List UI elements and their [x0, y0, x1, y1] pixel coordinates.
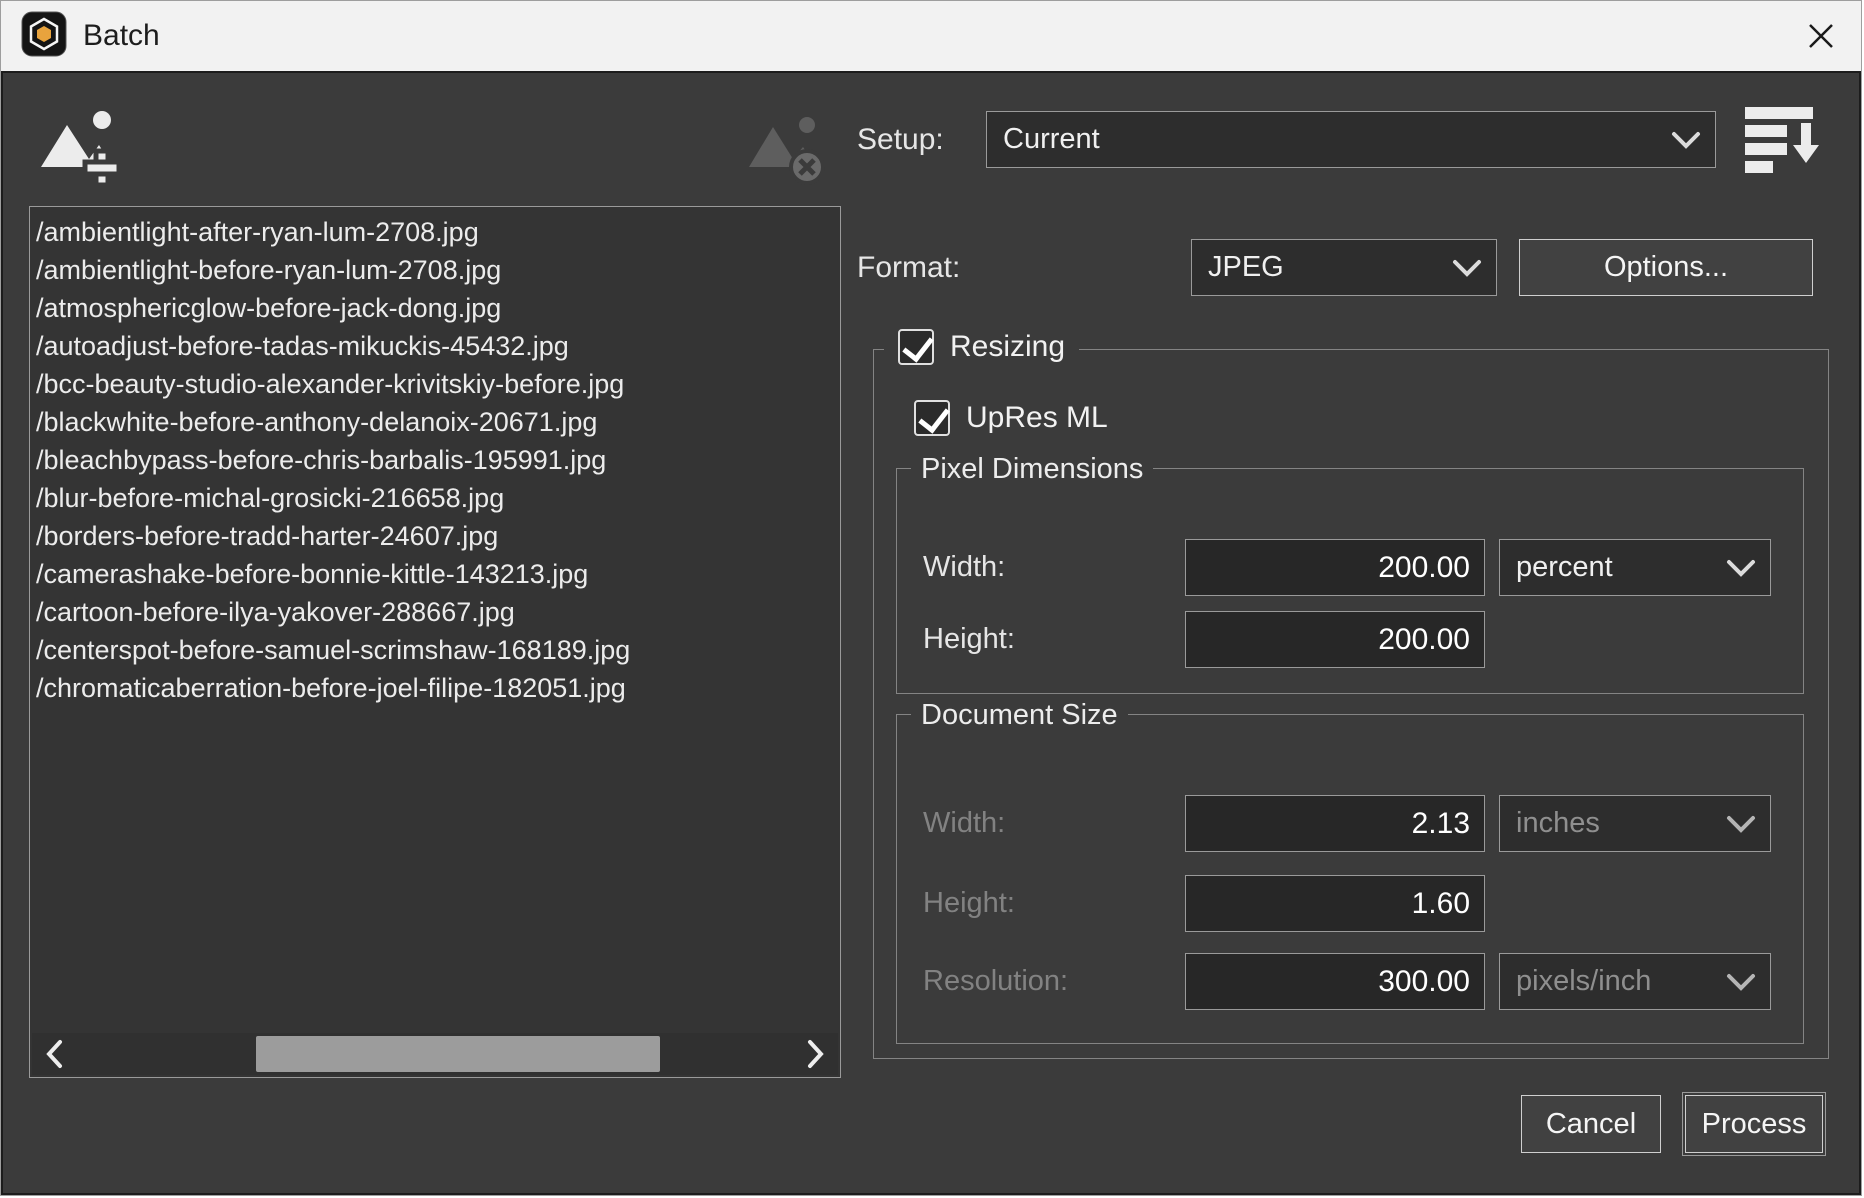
- chevron-right-icon: [807, 1039, 825, 1069]
- add-photos-button[interactable]: [39, 107, 123, 192]
- list-item[interactable]: /cartoon-before-ilya-yakover-288667.jpg: [36, 593, 836, 631]
- ds-resolution-unit-value: pixels/inch: [1516, 965, 1651, 998]
- ds-width-unit-value: inches: [1516, 807, 1600, 840]
- scrollbar-thumb[interactable]: [256, 1036, 660, 1072]
- pd-width-input[interactable]: [1185, 539, 1485, 596]
- close-icon: [1806, 21, 1836, 51]
- upres-ml-checkbox[interactable]: [914, 400, 950, 436]
- ds-resolution-unit-dropdown[interactable]: pixels/inch: [1499, 953, 1771, 1010]
- pd-width-label: Width:: [923, 539, 1005, 596]
- list-item[interactable]: /centerspot-before-samuel-scrimshaw-1681…: [36, 631, 836, 669]
- chevron-down-icon: [1726, 815, 1756, 833]
- list-item[interactable]: /ambientlight-before-ryan-lum-2708.jpg: [36, 251, 836, 289]
- apply-settings-button[interactable]: [1743, 103, 1819, 180]
- chevron-down-icon: [1726, 559, 1756, 577]
- batch-dialog: Batch: [0, 0, 1862, 1196]
- close-button[interactable]: [1803, 18, 1839, 54]
- process-button[interactable]: Process: [1685, 1095, 1823, 1153]
- format-value: JPEG: [1208, 251, 1284, 284]
- setup-dropdown[interactable]: Current: [986, 111, 1716, 168]
- list-item[interactable]: /camerashake-before-bonnie-kittle-143213…: [36, 555, 836, 593]
- list-item[interactable]: /autoadjust-before-tadas-mikuckis-45432.…: [36, 327, 836, 365]
- ds-resolution-label: Resolution:: [923, 953, 1068, 1010]
- pd-width-unit-value: percent: [1516, 551, 1613, 584]
- list-item[interactable]: /borders-before-tradd-harter-24607.jpg: [36, 517, 836, 555]
- app-icon: [21, 11, 67, 62]
- ds-height-label: Height:: [923, 875, 1015, 932]
- list-item[interactable]: /ambientlight-after-ryan-lum-2708.jpg: [36, 213, 836, 251]
- pd-height-label: Height:: [923, 611, 1015, 668]
- document-size-title: Document Size: [911, 697, 1128, 733]
- pd-height-input[interactable]: [1185, 611, 1485, 668]
- format-dropdown[interactable]: JPEG: [1191, 239, 1497, 296]
- pixel-dimensions-group: Pixel Dimensions Width: percent Height:: [896, 468, 1804, 694]
- ds-width-input[interactable]: [1185, 795, 1485, 852]
- upres-row: UpRes ML: [914, 400, 1108, 436]
- document-size-group: Document Size Width: inches Height: Reso…: [896, 714, 1804, 1044]
- resizing-legend: Resizing: [884, 329, 1079, 365]
- resizing-checkbox[interactable]: [898, 329, 934, 365]
- file-list[interactable]: /ambientlight-after-ryan-lum-2708.jpg/am…: [29, 206, 841, 1078]
- upres-ml-label: UpRes ML: [966, 401, 1108, 435]
- chevron-down-icon: [1452, 259, 1482, 277]
- cancel-button[interactable]: Cancel: [1521, 1095, 1661, 1153]
- format-label: Format:: [857, 239, 960, 296]
- remove-photos-button[interactable]: [749, 113, 827, 192]
- scroll-left-button[interactable]: [32, 1033, 76, 1075]
- options-button[interactable]: Options...: [1519, 239, 1813, 296]
- titlebar: Batch: [1, 1, 1861, 71]
- list-item[interactable]: /bleachbypass-before-chris-barbalis-1959…: [36, 441, 836, 479]
- ds-width-unit-dropdown[interactable]: inches: [1499, 795, 1771, 852]
- pd-width-unit-dropdown[interactable]: percent: [1499, 539, 1771, 596]
- chevron-left-icon: [45, 1039, 63, 1069]
- list-item[interactable]: /bcc-beauty-studio-alexander-krivitskiy-…: [36, 365, 836, 403]
- file-items: /ambientlight-after-ryan-lum-2708.jpg/am…: [36, 213, 836, 1029]
- window-title: Batch: [83, 19, 160, 53]
- setup-value: Current: [1003, 123, 1100, 156]
- chevron-down-icon: [1726, 973, 1756, 991]
- list-item[interactable]: /atmosphericglow-before-jack-dong.jpg: [36, 289, 836, 327]
- setup-label: Setup:: [857, 111, 944, 168]
- remove-photos-icon: [749, 113, 827, 187]
- ds-width-label: Width:: [923, 795, 1005, 852]
- ds-height-input[interactable]: [1185, 875, 1485, 932]
- apply-settings-icon: [1743, 103, 1819, 175]
- chevron-down-icon: [1671, 131, 1701, 149]
- list-item[interactable]: /blackwhite-before-anthony-delanoix-2067…: [36, 403, 836, 441]
- list-item[interactable]: /blur-before-michal-grosicki-216658.jpg: [36, 479, 836, 517]
- resizing-label: Resizing: [950, 330, 1065, 364]
- add-photos-icon: [39, 107, 123, 187]
- resizing-group: Resizing UpRes ML Pixel Dimensions Width…: [873, 349, 1829, 1059]
- horizontal-scrollbar[interactable]: [32, 1033, 838, 1075]
- scroll-right-button[interactable]: [794, 1033, 838, 1075]
- dialog-content: Setup: Current /ambientlight-after-ryan-…: [3, 73, 1859, 1193]
- pixel-dimensions-title: Pixel Dimensions: [911, 451, 1153, 487]
- list-item[interactable]: /chromaticaberration-before-joel-filipe-…: [36, 669, 836, 707]
- ds-resolution-input[interactable]: [1185, 953, 1485, 1010]
